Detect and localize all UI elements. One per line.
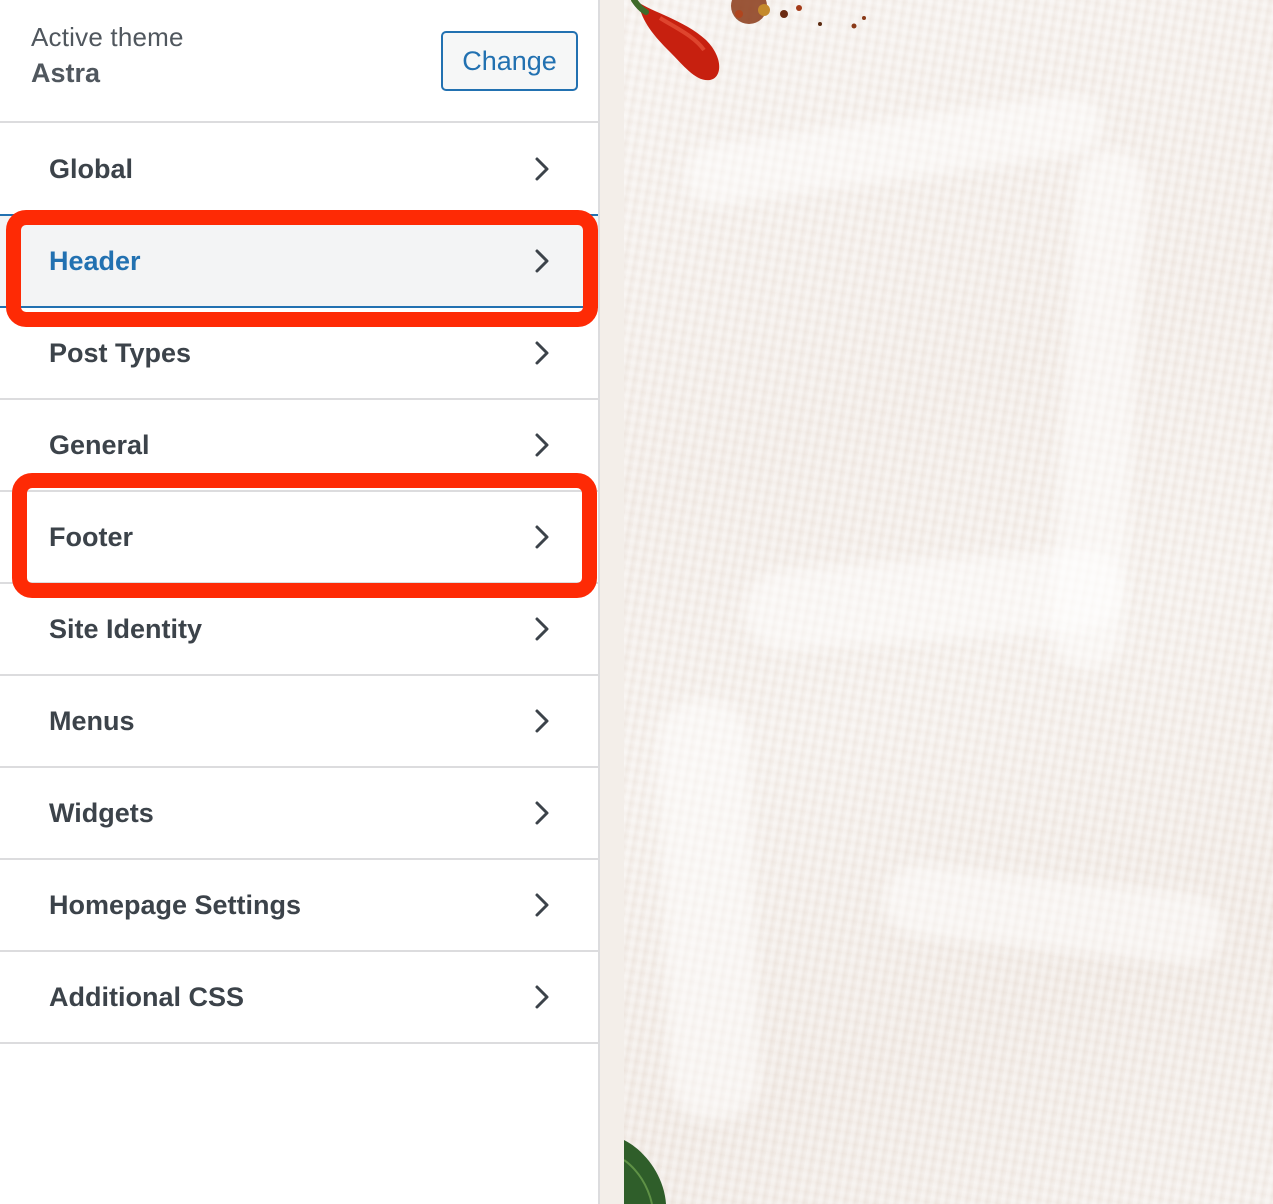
chevron-right-icon (533, 616, 551, 642)
active-theme-section: Active theme Astra Change (0, 0, 598, 123)
preview-gutter (600, 0, 624, 1204)
menu-item-widgets[interactable]: Widgets (0, 768, 598, 860)
menu-item-header[interactable]: Header (0, 214, 598, 308)
texture-stroke (681, 91, 1107, 209)
texture-stroke (881, 862, 1227, 968)
chili-pepper-image (631, 0, 866, 81)
menu-item-label: Global (49, 153, 134, 184)
chevron-right-icon (533, 524, 551, 550)
menu-item-label: Widgets (49, 797, 154, 828)
texture-stroke (656, 698, 762, 1122)
menu-item-label: Footer (49, 521, 133, 552)
menu-item-additional-css[interactable]: Additional CSS (0, 952, 598, 1044)
menu-item-general[interactable]: General (0, 400, 598, 492)
menu-item-global[interactable]: Global (0, 124, 598, 216)
chevron-right-icon (533, 800, 551, 826)
active-theme-caption: Active theme (31, 22, 184, 52)
active-theme-name: Astra (31, 58, 101, 88)
chevron-right-icon (533, 708, 551, 734)
menu-item-label: Post Types (49, 337, 192, 368)
chevron-right-icon (533, 340, 551, 366)
menu-item-site-identity[interactable]: Site Identity (0, 584, 598, 676)
customizer-sidebar: Active theme Astra Change Global Header … (0, 0, 598, 1204)
menu-item-homepage-settings[interactable]: Homepage Settings (0, 860, 598, 952)
customizer-screen: Active theme Astra Change Global Header … (0, 0, 1273, 1204)
customizer-menu: Global Header Post Types General Footer … (0, 124, 598, 1044)
menu-item-footer[interactable]: Footer (0, 492, 598, 584)
chevron-right-icon (533, 984, 551, 1010)
menu-item-menus[interactable]: Menus (0, 676, 598, 768)
chevron-right-icon (533, 248, 551, 274)
menu-item-label: Header (49, 245, 141, 276)
site-preview[interactable] (624, 0, 1273, 1204)
chevron-right-icon (533, 892, 551, 918)
menu-item-label: Menus (49, 705, 135, 736)
chevron-right-icon (533, 156, 551, 182)
menu-item-label: Additional CSS (49, 981, 244, 1012)
menu-item-label: General (49, 429, 150, 460)
change-theme-button[interactable]: Change (441, 31, 578, 91)
leaf-image (624, 1140, 666, 1204)
chevron-right-icon (533, 432, 551, 458)
menu-item-label: Site Identity (49, 613, 203, 644)
menu-item-post-types[interactable]: Post Types (0, 308, 598, 400)
menu-item-label: Homepage Settings (49, 889, 302, 920)
